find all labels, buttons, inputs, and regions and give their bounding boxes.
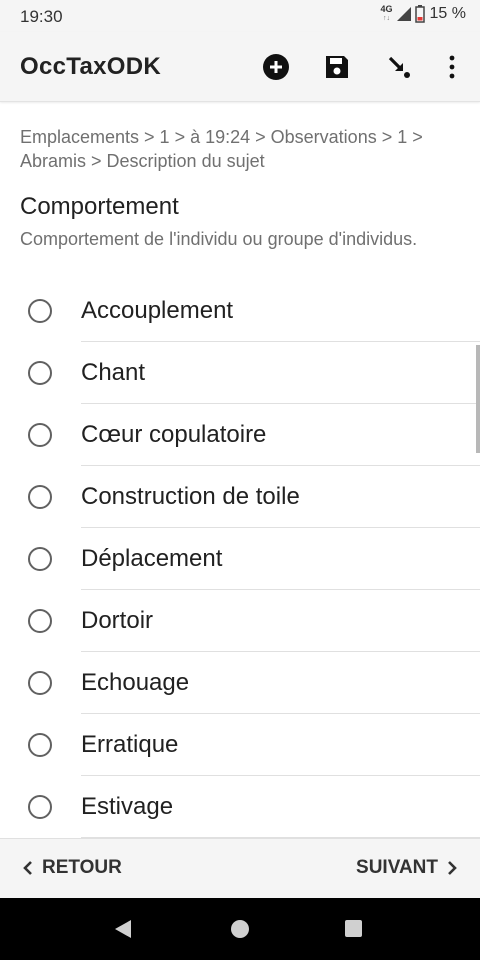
choice-label: Déplacement (81, 545, 223, 572)
choice-label: Chant (81, 359, 146, 386)
save-icon (326, 56, 348, 78)
back-button[interactable]: RETOUR (22, 857, 122, 879)
radio-button[interactable] (28, 733, 52, 757)
chevron-left-icon (23, 861, 32, 875)
radio-button[interactable] (28, 547, 52, 571)
more-vert-icon (449, 55, 455, 79)
choice-label: Cœur copulatoire (81, 421, 267, 448)
network-type-label: 4G (380, 4, 393, 14)
scrollbar[interactable] (476, 345, 480, 453)
radio-button[interactable] (28, 609, 52, 633)
choice-option[interactable]: Déplacement (0, 528, 480, 590)
next-label: SUIVANT (356, 857, 438, 878)
save-button[interactable] (322, 52, 352, 82)
breadcrumb: Emplacements > 1 > à 19:24 > Observation… (20, 127, 423, 171)
choice-option[interactable]: Dortoir (0, 590, 480, 652)
question-hint: Comportement de l'individu ou groupe d'i… (20, 229, 418, 249)
radio-button[interactable] (28, 299, 52, 323)
app-bar: OccTaxODK (0, 32, 480, 102)
radio-button[interactable] (28, 671, 52, 695)
chevron-right-icon (448, 861, 457, 875)
choice-label: Echouage (81, 669, 190, 696)
choice-option[interactable]: Echouage (0, 652, 480, 714)
battery-low-icon (414, 5, 425, 23)
home-circle-icon[interactable] (230, 919, 250, 939)
choice-label: Erratique (81, 731, 179, 758)
radio-button[interactable] (28, 795, 52, 819)
choice-option[interactable]: Construction de toile (0, 466, 480, 528)
choice-label: Dortoir (81, 607, 154, 634)
status-bar: 19:30 4G ↑↓ 15 % (0, 0, 480, 32)
back-triangle-icon[interactable] (113, 919, 133, 939)
app-title: OccTaxODK (20, 53, 161, 80)
choice-option[interactable]: Accouplement (0, 280, 480, 342)
network-activity: ↑↓ (383, 15, 391, 22)
back-label: RETOUR (42, 857, 122, 878)
add-repeat-button[interactable] (261, 52, 291, 82)
radio-button[interactable] (28, 423, 52, 447)
choice-label: Accouplement (81, 297, 234, 324)
status-time: 19:30 (20, 7, 63, 26)
question-label: Comportement (20, 193, 179, 220)
choice-option[interactable]: Estivage (0, 776, 480, 838)
radio-button[interactable] (28, 361, 52, 385)
choice-label: Estivage (81, 793, 174, 820)
recents-square-icon[interactable] (344, 919, 363, 938)
signal-icon (396, 7, 411, 21)
status-indicators: 4G ↑↓ 15 % (381, 5, 466, 23)
system-navigation-bar (0, 898, 480, 960)
choice-option[interactable]: Chant (0, 342, 480, 404)
choice-label: Construction de toile (81, 483, 300, 510)
form-navigation-bar: RETOUR SUIVANT (0, 838, 480, 898)
radio-button[interactable] (28, 485, 52, 509)
add-circle-icon (263, 54, 289, 80)
choice-option[interactable]: Erratique (0, 714, 480, 776)
network-type: 4G ↑↓ (381, 5, 393, 23)
jump-button[interactable] (384, 52, 414, 82)
choice-option[interactable]: Cœur copulatoire (0, 404, 480, 466)
choice-list: Accouplement Chant Cœur copulatoire Cons… (0, 280, 480, 838)
jump-arrow-icon (388, 56, 410, 78)
more-options-button[interactable] (437, 52, 467, 82)
battery-percent: 15 % (429, 5, 466, 22)
next-button[interactable]: SUIVANT (356, 857, 458, 879)
